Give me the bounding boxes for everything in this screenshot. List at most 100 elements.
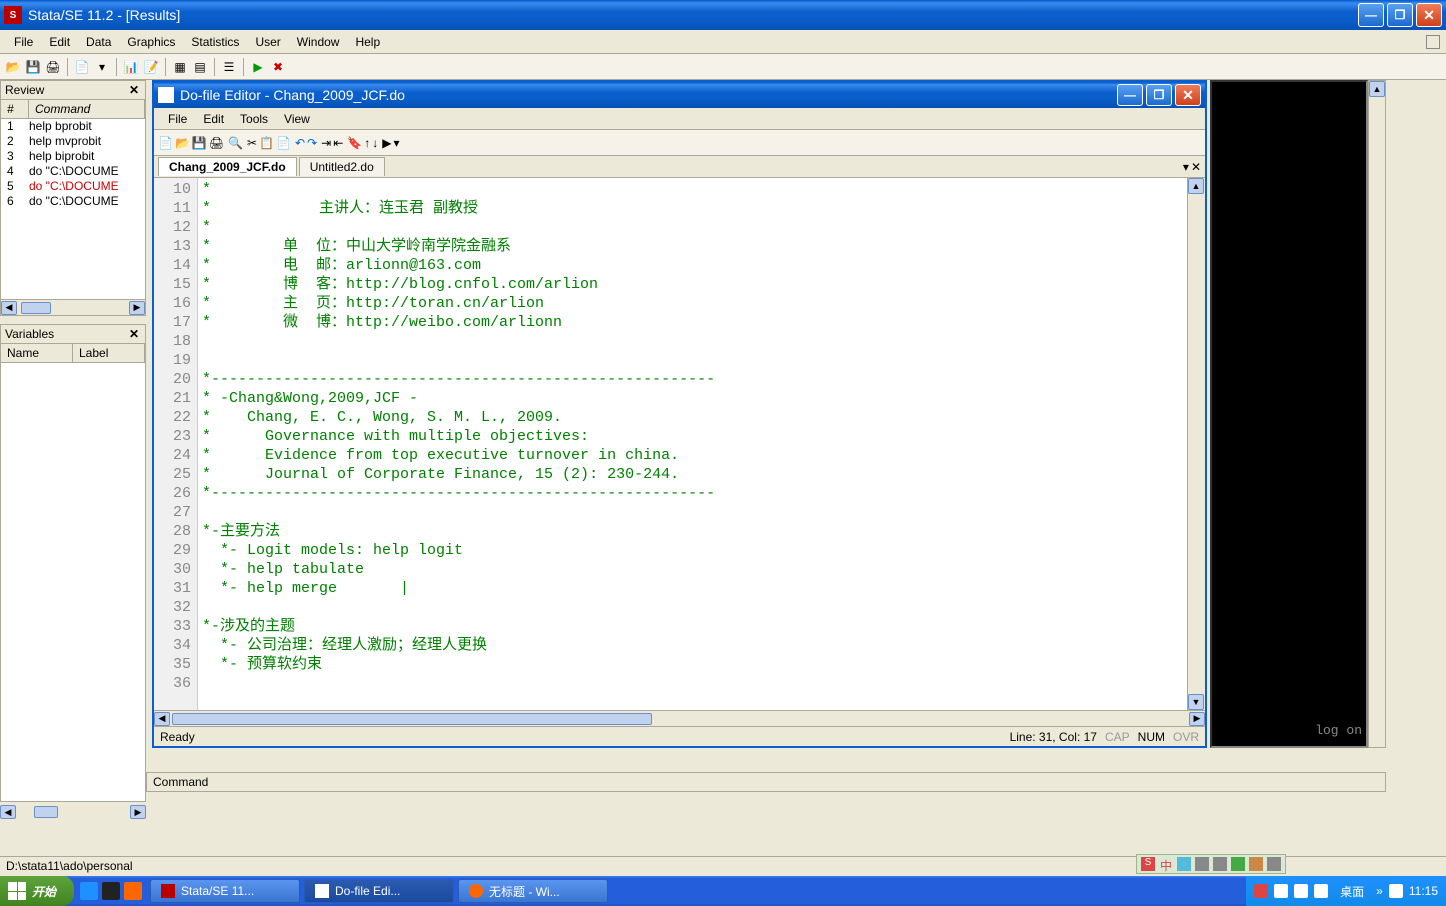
open-icon[interactable]: 📂	[4, 58, 22, 76]
do-cut-icon[interactable]: ✂	[247, 136, 257, 150]
ime-cn-icon[interactable]: 中	[1159, 857, 1173, 871]
scroll-thumb[interactable]	[21, 302, 51, 314]
code-editor[interactable]: * * 主讲人：连玉君 副教授 * * 单 位：中山大学岭南学院金融系 * 电 …	[198, 178, 1187, 710]
ime-icon-1[interactable]	[1177, 857, 1191, 871]
do-vscroll[interactable]: ▲ ▼	[1187, 178, 1205, 710]
do-menu-edit[interactable]: Edit	[195, 110, 232, 128]
review-col-command[interactable]: Command	[29, 100, 145, 118]
review-hscroll[interactable]: ◀ ▶	[1, 299, 145, 315]
minimize-button[interactable]: —	[1358, 3, 1384, 27]
results-scroll-up-icon[interactable]: ▲	[1369, 81, 1385, 97]
tray-icon-4[interactable]	[1314, 884, 1328, 898]
ime-tray[interactable]: S 中	[1136, 854, 1286, 874]
do-close-button[interactable]: ✕	[1175, 84, 1201, 106]
do-minimize-button[interactable]: —	[1117, 84, 1143, 106]
scroll-right-icon[interactable]: ▶	[129, 301, 145, 315]
do-hscroll[interactable]: ◀ ▶	[154, 710, 1205, 726]
do-menu-file[interactable]: File	[160, 110, 195, 128]
menu-help[interactable]: Help	[347, 33, 388, 51]
menu-edit[interactable]: Edit	[41, 33, 78, 51]
do-outdent-icon[interactable]: ⇤	[333, 136, 343, 150]
restore-button[interactable]: ❐	[1387, 3, 1413, 27]
variables-close-icon[interactable]: ✕	[127, 327, 141, 341]
review-row[interactable]: 4do "C:\DOCUME	[1, 164, 145, 179]
variables-col-name[interactable]: Name	[1, 344, 73, 362]
menu-graphics[interactable]: Graphics	[119, 33, 183, 51]
scroll-left-icon[interactable]: ◀	[1, 301, 17, 315]
tray-icon-1[interactable]	[1254, 884, 1268, 898]
do-tab-untitled[interactable]: Untitled2.do	[299, 157, 385, 176]
tab-close-icon[interactable]: ✕	[1191, 160, 1201, 174]
do-find-icon[interactable]: 🔍	[228, 136, 243, 150]
do-save-icon[interactable]: 💾	[192, 136, 207, 150]
review-col-num[interactable]: #	[1, 100, 29, 118]
tray-icon-5[interactable]	[1389, 884, 1403, 898]
mdi-restore-icon[interactable]	[1426, 35, 1440, 49]
ql-qq-icon[interactable]	[102, 882, 120, 900]
do-indent-icon[interactable]: ⇥	[321, 136, 331, 150]
do-execute-quiet-icon[interactable]: ▾	[393, 136, 399, 150]
data-editor-icon[interactable]: ▦	[171, 58, 189, 76]
break-icon[interactable]: ✖	[269, 58, 287, 76]
graph-icon[interactable]: 📊	[122, 58, 140, 76]
bottom-hscroll-thumb[interactable]	[34, 806, 58, 818]
do-new-icon[interactable]: 📄	[158, 136, 173, 150]
do-hscroll-right-icon[interactable]: ▶	[1189, 712, 1205, 726]
start-button[interactable]: 开始	[0, 876, 74, 906]
scroll-up-icon[interactable]: ▲	[1188, 178, 1204, 194]
do-bookmark-prev-icon[interactable]: ↑	[364, 136, 370, 150]
tab-menu-icon[interactable]: ▾	[1183, 160, 1189, 174]
print-icon[interactable]: 🖨	[44, 58, 62, 76]
review-row[interactable]: 3help biprobit	[1, 149, 145, 164]
close-button[interactable]: ✕	[1416, 3, 1442, 27]
log-icon[interactable]: 📄	[73, 58, 91, 76]
ime-icon-2[interactable]	[1195, 857, 1209, 871]
ime-s-icon[interactable]: S	[1141, 857, 1155, 871]
tray-desktop-label[interactable]: 桌面	[1340, 883, 1364, 900]
menu-window[interactable]: Window	[289, 33, 348, 51]
results-window[interactable]: log on	[1210, 80, 1368, 748]
continue-icon[interactable]: ▶	[249, 58, 267, 76]
task-notepad[interactable]: 无标题 - Wi...	[458, 879, 608, 903]
data-browser-icon[interactable]: ▤	[191, 58, 209, 76]
scroll-down-icon[interactable]: ▼	[1188, 694, 1204, 710]
review-row[interactable]: 6do "C:\DOCUME	[1, 194, 145, 209]
task-do-editor[interactable]: Do-file Edi...	[304, 879, 454, 903]
do-hscroll-left-icon[interactable]: ◀	[154, 712, 170, 726]
menu-file[interactable]: File	[6, 33, 41, 51]
ime-icon-5[interactable]	[1249, 857, 1263, 871]
review-close-icon[interactable]: ✕	[127, 83, 141, 97]
ql-firefox-icon[interactable]	[124, 882, 142, 900]
do-bookmark-icon[interactable]: 🔖	[347, 136, 362, 150]
bottom-hscroll-left-icon[interactable]: ◀	[0, 805, 16, 819]
review-row[interactable]: 2help mvprobit	[1, 134, 145, 149]
ime-icon-4[interactable]	[1231, 857, 1245, 871]
do-menu-view[interactable]: View	[276, 110, 318, 128]
do-menu-tools[interactable]: Tools	[232, 110, 276, 128]
variables-col-label[interactable]: Label	[73, 344, 145, 362]
review-row[interactable]: 5do "C:\DOCUME	[1, 179, 145, 194]
menu-user[interactable]: User	[247, 33, 288, 51]
do-undo-icon[interactable]: ↶	[295, 136, 305, 150]
ime-icon-3[interactable]	[1213, 857, 1227, 871]
menu-statistics[interactable]: Statistics	[183, 33, 247, 51]
menu-data[interactable]: Data	[78, 33, 119, 51]
do-print-icon[interactable]: 🖨	[209, 136, 224, 150]
viewer-icon[interactable]: ▾	[93, 58, 111, 76]
do-editor-icon[interactable]: 📝	[142, 58, 160, 76]
review-row[interactable]: 1help bprobit	[1, 119, 145, 134]
bottom-hscroll-right-icon[interactable]: ▶	[130, 805, 146, 819]
ime-icon-6[interactable]	[1267, 857, 1281, 871]
do-copy-icon[interactable]: 📋	[259, 136, 274, 150]
save-icon[interactable]: 💾	[24, 58, 42, 76]
do-editor-titlebar[interactable]: Do-file Editor - Chang_2009_JCF.do — ❐ ✕	[154, 82, 1205, 108]
do-open-icon[interactable]: 📂	[175, 136, 190, 150]
task-stata[interactable]: Stata/SE 11...	[150, 879, 300, 903]
results-vscroll[interactable]: ▲	[1368, 80, 1386, 748]
tray-icon-2[interactable]	[1274, 884, 1288, 898]
do-hscroll-thumb[interactable]	[172, 713, 652, 725]
do-execute-icon[interactable]: ▶	[382, 136, 391, 150]
variables-icon[interactable]: ☰	[220, 58, 238, 76]
do-paste-icon[interactable]: 📄	[276, 136, 291, 150]
ql-ie-icon[interactable]	[80, 882, 98, 900]
